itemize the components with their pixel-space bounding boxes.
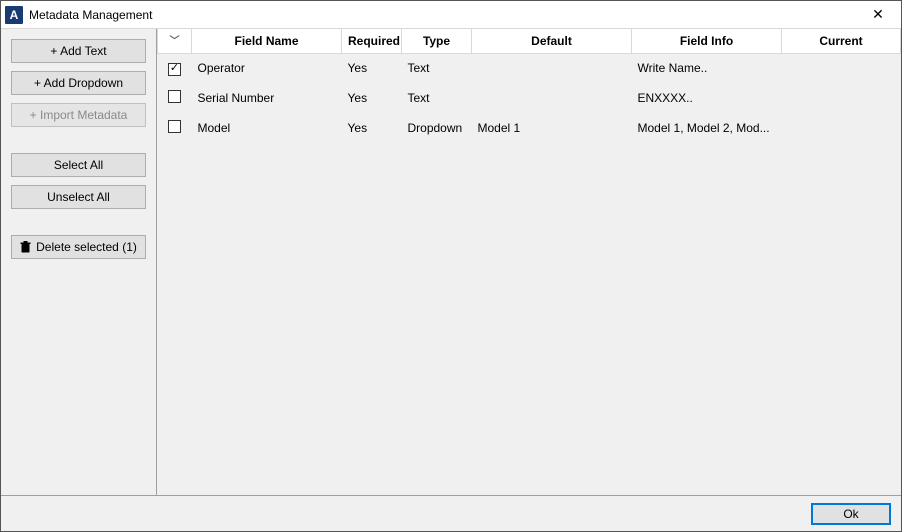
row-required: Yes bbox=[342, 83, 402, 113]
metadata-table-container: ﹀ Field Name Required Type Default Field… bbox=[157, 29, 901, 495]
main-panel: ﹀ Field Name Required Type Default Field… bbox=[157, 29, 901, 495]
delete-selected-button[interactable]: Delete selected (1) bbox=[11, 235, 146, 259]
row-field-info: ENXXXX.. bbox=[632, 83, 782, 113]
table-header-field-info[interactable]: Field Info bbox=[632, 29, 782, 53]
dialog-footer: Ok bbox=[1, 495, 901, 531]
sidebar: + Add Text + Add Dropdown + Import Metad… bbox=[1, 29, 157, 495]
app-icon: A bbox=[5, 6, 23, 24]
import-metadata-button: + Import Metadata bbox=[11, 103, 146, 127]
row-required: Yes bbox=[342, 53, 402, 83]
table-row[interactable]: ModelYesDropdownModel 1Model 1, Model 2,… bbox=[158, 113, 901, 143]
row-current bbox=[782, 113, 901, 143]
row-checkbox-cell[interactable] bbox=[158, 53, 192, 83]
row-type: Dropdown bbox=[402, 113, 472, 143]
row-type: Text bbox=[402, 53, 472, 83]
add-text-button[interactable]: + Add Text bbox=[11, 39, 146, 63]
table-header-field-name[interactable]: Field Name bbox=[192, 29, 342, 53]
ok-button[interactable]: Ok bbox=[811, 503, 891, 525]
row-checkbox[interactable] bbox=[168, 90, 181, 103]
row-field-name: Operator bbox=[192, 53, 342, 83]
row-field-name: Serial Number bbox=[192, 83, 342, 113]
row-default bbox=[472, 53, 632, 83]
row-field-info: Model 1, Model 2, Mod... bbox=[632, 113, 782, 143]
window-body: + Add Text + Add Dropdown + Import Metad… bbox=[1, 29, 901, 495]
row-checkbox[interactable] bbox=[168, 63, 181, 76]
table-row[interactable]: Serial NumberYesText ENXXXX.. bbox=[158, 83, 901, 113]
titlebar: A Metadata Management ✕ bbox=[1, 1, 901, 29]
add-text-label: + Add Text bbox=[50, 44, 106, 58]
metadata-management-window: A Metadata Management ✕ + Add Text + Add… bbox=[0, 0, 902, 532]
unselect-all-button[interactable]: Unselect All bbox=[11, 185, 146, 209]
row-checkbox[interactable] bbox=[168, 120, 181, 133]
table-header-row: ﹀ Field Name Required Type Default Field… bbox=[158, 29, 901, 53]
row-default: Model 1 bbox=[472, 113, 632, 143]
unselect-all-label: Unselect All bbox=[47, 190, 110, 204]
table-header-required[interactable]: Required bbox=[342, 29, 402, 53]
close-button[interactable]: ✕ bbox=[855, 1, 901, 29]
row-current bbox=[782, 53, 901, 83]
trash-icon bbox=[20, 241, 31, 253]
table-header-default[interactable]: Default bbox=[472, 29, 632, 53]
row-type: Text bbox=[402, 83, 472, 113]
table-header-type[interactable]: Type bbox=[402, 29, 472, 53]
close-icon: ✕ bbox=[872, 6, 884, 23]
window-title: Metadata Management bbox=[29, 8, 152, 22]
add-dropdown-button[interactable]: + Add Dropdown bbox=[11, 71, 146, 95]
row-default bbox=[472, 83, 632, 113]
select-all-label: Select All bbox=[54, 158, 103, 172]
row-field-name: Model bbox=[192, 113, 342, 143]
row-checkbox-cell[interactable] bbox=[158, 113, 192, 143]
row-field-info: Write Name.. bbox=[632, 53, 782, 83]
ok-button-label: Ok bbox=[843, 507, 858, 521]
row-required: Yes bbox=[342, 113, 402, 143]
row-current bbox=[782, 83, 901, 113]
add-dropdown-label: + Add Dropdown bbox=[34, 76, 123, 90]
row-checkbox-cell[interactable] bbox=[158, 83, 192, 113]
table-header-current[interactable]: Current bbox=[782, 29, 901, 53]
metadata-table: ﹀ Field Name Required Type Default Field… bbox=[157, 29, 901, 143]
import-metadata-label: + Import Metadata bbox=[30, 108, 128, 122]
delete-selected-label: Delete selected (1) bbox=[36, 240, 137, 254]
chevron-down-icon: ﹀ bbox=[170, 32, 180, 47]
table-row[interactable]: OperatorYesText Write Name.. bbox=[158, 53, 901, 83]
table-header-checkbox[interactable]: ﹀ bbox=[158, 29, 192, 53]
select-all-button[interactable]: Select All bbox=[11, 153, 146, 177]
